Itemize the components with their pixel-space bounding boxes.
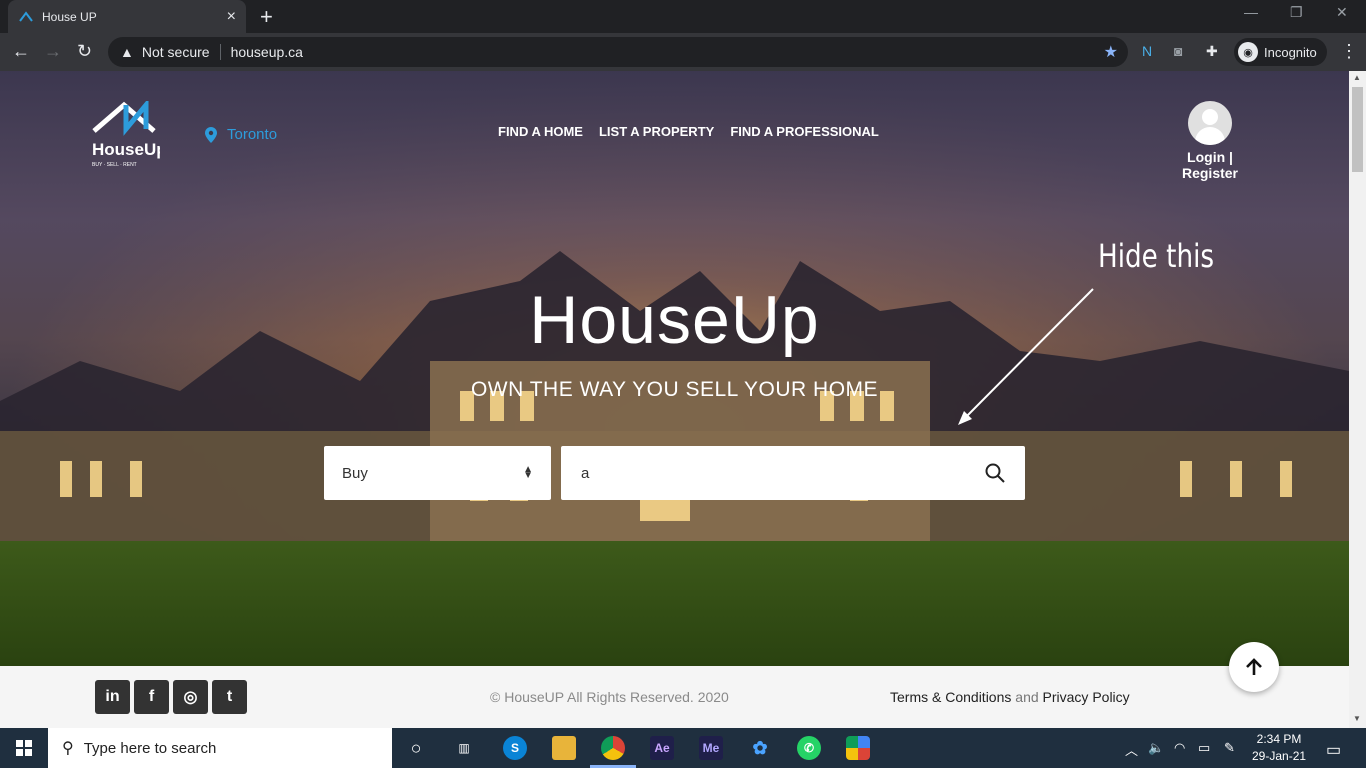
terms-link[interactable]: Terms & Conditions	[890, 689, 1011, 705]
extension-n-icon[interactable]: N	[1142, 43, 1152, 59]
url-text[interactable]: houseup.ca	[231, 44, 303, 60]
search-box[interactable]	[561, 446, 1025, 500]
forward-icon[interactable]: →	[44, 41, 62, 62]
instagram-icon[interactable]: ◎	[173, 680, 208, 714]
search-icon: ⚲	[62, 740, 74, 757]
nav-find-a-home[interactable]: FIND A HOME	[498, 124, 583, 139]
wifi-icon[interactable]: ◠	[1174, 740, 1185, 756]
houseup-logo[interactable]: HouseUp BUY · SELL · RENT	[90, 101, 160, 171]
main-nav: FIND A HOME LIST A PROPERTY FIND A PROFE…	[498, 124, 879, 139]
close-tab-icon[interactable]: ×	[227, 8, 236, 26]
volume-icon[interactable]: 🔈	[1148, 740, 1164, 756]
menu-icon[interactable]: ⋮	[1340, 41, 1358, 62]
page-scrollbar[interactable]: ▲ ▼	[1349, 71, 1366, 728]
hero-background	[0, 71, 1349, 666]
svg-text:HouseUp: HouseUp	[92, 140, 160, 159]
select-arrows-icon: ▲ ▼	[523, 464, 533, 481]
hero-title: HouseUp	[529, 282, 820, 358]
whatsapp-icon[interactable]: ✆	[797, 736, 821, 760]
site-footer: in f ◎ t © HouseUP All Rights Reserved. …	[0, 666, 1349, 728]
taskbar-search[interactable]: ⚲ Type here to search	[48, 728, 392, 768]
skype-icon[interactable]: S	[503, 736, 527, 760]
search-icon[interactable]	[985, 463, 1005, 483]
back-to-top-button[interactable]	[1229, 642, 1279, 692]
restore-icon[interactable]: ❐	[1290, 4, 1303, 21]
svg-text:BUY · SELL · RENT: BUY · SELL · RENT	[92, 162, 137, 168]
location-label[interactable]: Toronto	[227, 126, 277, 143]
new-tab-button[interactable]: +	[260, 4, 273, 30]
task-view-icon[interactable]: ▥	[452, 736, 476, 760]
browser-toolbar: ← → ↻ ▲ Not secure houseup.ca ★ N ◙ ✚ ◉ …	[0, 33, 1366, 71]
social-links: in f ◎ t	[95, 680, 247, 714]
warning-icon[interactable]: ▲	[120, 44, 134, 60]
page-viewport: HouseUp BUY · SELL · RENT Toronto FIND A…	[0, 71, 1349, 728]
taskbar-search-placeholder: Type here to search	[83, 739, 217, 757]
legal-links: Terms & Conditions and Privacy Policy	[890, 689, 1130, 705]
media-encoder-icon[interactable]: Me	[699, 736, 723, 760]
select-value: Buy	[342, 464, 368, 482]
nav-list-a-property[interactable]: LIST A PROPERTY	[599, 124, 714, 139]
camera-icon[interactable]: ◙	[1174, 43, 1182, 59]
address-bar[interactable]: ▲ Not secure houseup.ca ★	[108, 37, 1128, 67]
twitter-icon[interactable]: t	[212, 680, 247, 714]
hero-tagline: OWN THE WAY YOU SELL YOUR HOME	[470, 378, 879, 401]
app-icon[interactable]	[846, 736, 870, 760]
listing-type-select[interactable]: Buy ▲ ▼	[324, 446, 551, 500]
houseup-favicon-icon	[19, 10, 33, 22]
incognito-label: Incognito	[1264, 44, 1317, 60]
lawn	[0, 541, 1349, 666]
chrome-icon[interactable]	[601, 736, 625, 760]
nav-find-a-professional[interactable]: FIND A PROFESSIONAL	[730, 124, 879, 139]
login-register-link[interactable]: Login | Register	[1182, 149, 1238, 181]
clock-date: 29-Jan-21	[1252, 749, 1307, 763]
annotation-text: Hide this	[1098, 237, 1215, 275]
search-input[interactable]	[581, 464, 985, 482]
clock-time: 2:34 PM	[1256, 732, 1302, 746]
tab-title: House UP	[42, 9, 97, 24]
scrollbar-thumb[interactable]	[1352, 87, 1363, 172]
reload-icon[interactable]: ↻	[77, 41, 92, 62]
show-hidden-icons[interactable]: ︿	[1125, 740, 1138, 759]
sync-app-icon[interactable]: ✿	[748, 736, 772, 760]
privacy-link[interactable]: Privacy Policy	[1043, 689, 1130, 705]
scroll-down-icon[interactable]: ▼	[1353, 714, 1361, 723]
browser-tab[interactable]: House UP ×	[8, 0, 246, 33]
avatar-icon[interactable]	[1188, 101, 1232, 145]
and-text: and	[1015, 689, 1039, 705]
incognito-profile-button[interactable]: ◉ Incognito	[1234, 38, 1327, 66]
tab-strip: House UP × + — ❐ ✕	[0, 0, 1366, 33]
incognito-icon: ◉	[1238, 42, 1258, 62]
bookmark-star-icon[interactable]: ★	[1104, 42, 1118, 62]
close-window-icon[interactable]: ✕	[1336, 4, 1348, 21]
divider	[219, 44, 221, 60]
back-icon[interactable]: ←	[12, 41, 30, 62]
notifications-icon[interactable]: ▭	[1326, 740, 1341, 760]
user-account[interactable]: Login | Register	[1160, 101, 1260, 181]
location-selector[interactable]: Toronto	[205, 126, 277, 143]
annotation-arrow	[958, 288, 1094, 425]
copyright-text: © HouseUP All Rights Reserved. 2020	[490, 689, 729, 705]
windows-start-icon[interactable]	[0, 728, 48, 768]
pen-icon[interactable]: ✎	[1224, 740, 1235, 756]
arrow-up-icon	[1246, 658, 1262, 675]
cortana-icon[interactable]: ○	[404, 736, 428, 760]
clock[interactable]: 2:34 PM 29-Jan-21	[1252, 731, 1306, 765]
scroll-up-icon[interactable]: ▲	[1353, 73, 1361, 82]
file-explorer-icon[interactable]	[552, 736, 576, 760]
extensions-puzzle-icon[interactable]: ✚	[1206, 43, 1218, 60]
security-label[interactable]: Not secure	[142, 44, 210, 60]
minimize-icon[interactable]: —	[1244, 4, 1258, 20]
facebook-icon[interactable]: f	[134, 680, 169, 714]
linkedin-icon[interactable]: in	[95, 680, 130, 714]
taskbar: ⚲ Type here to search ○ ▥ S Ae Me ✿ ✆ ︿ …	[0, 728, 1366, 768]
after-effects-icon[interactable]: Ae	[650, 736, 674, 760]
battery-icon[interactable]: ▭	[1198, 740, 1210, 756]
location-pin-icon	[205, 126, 217, 143]
